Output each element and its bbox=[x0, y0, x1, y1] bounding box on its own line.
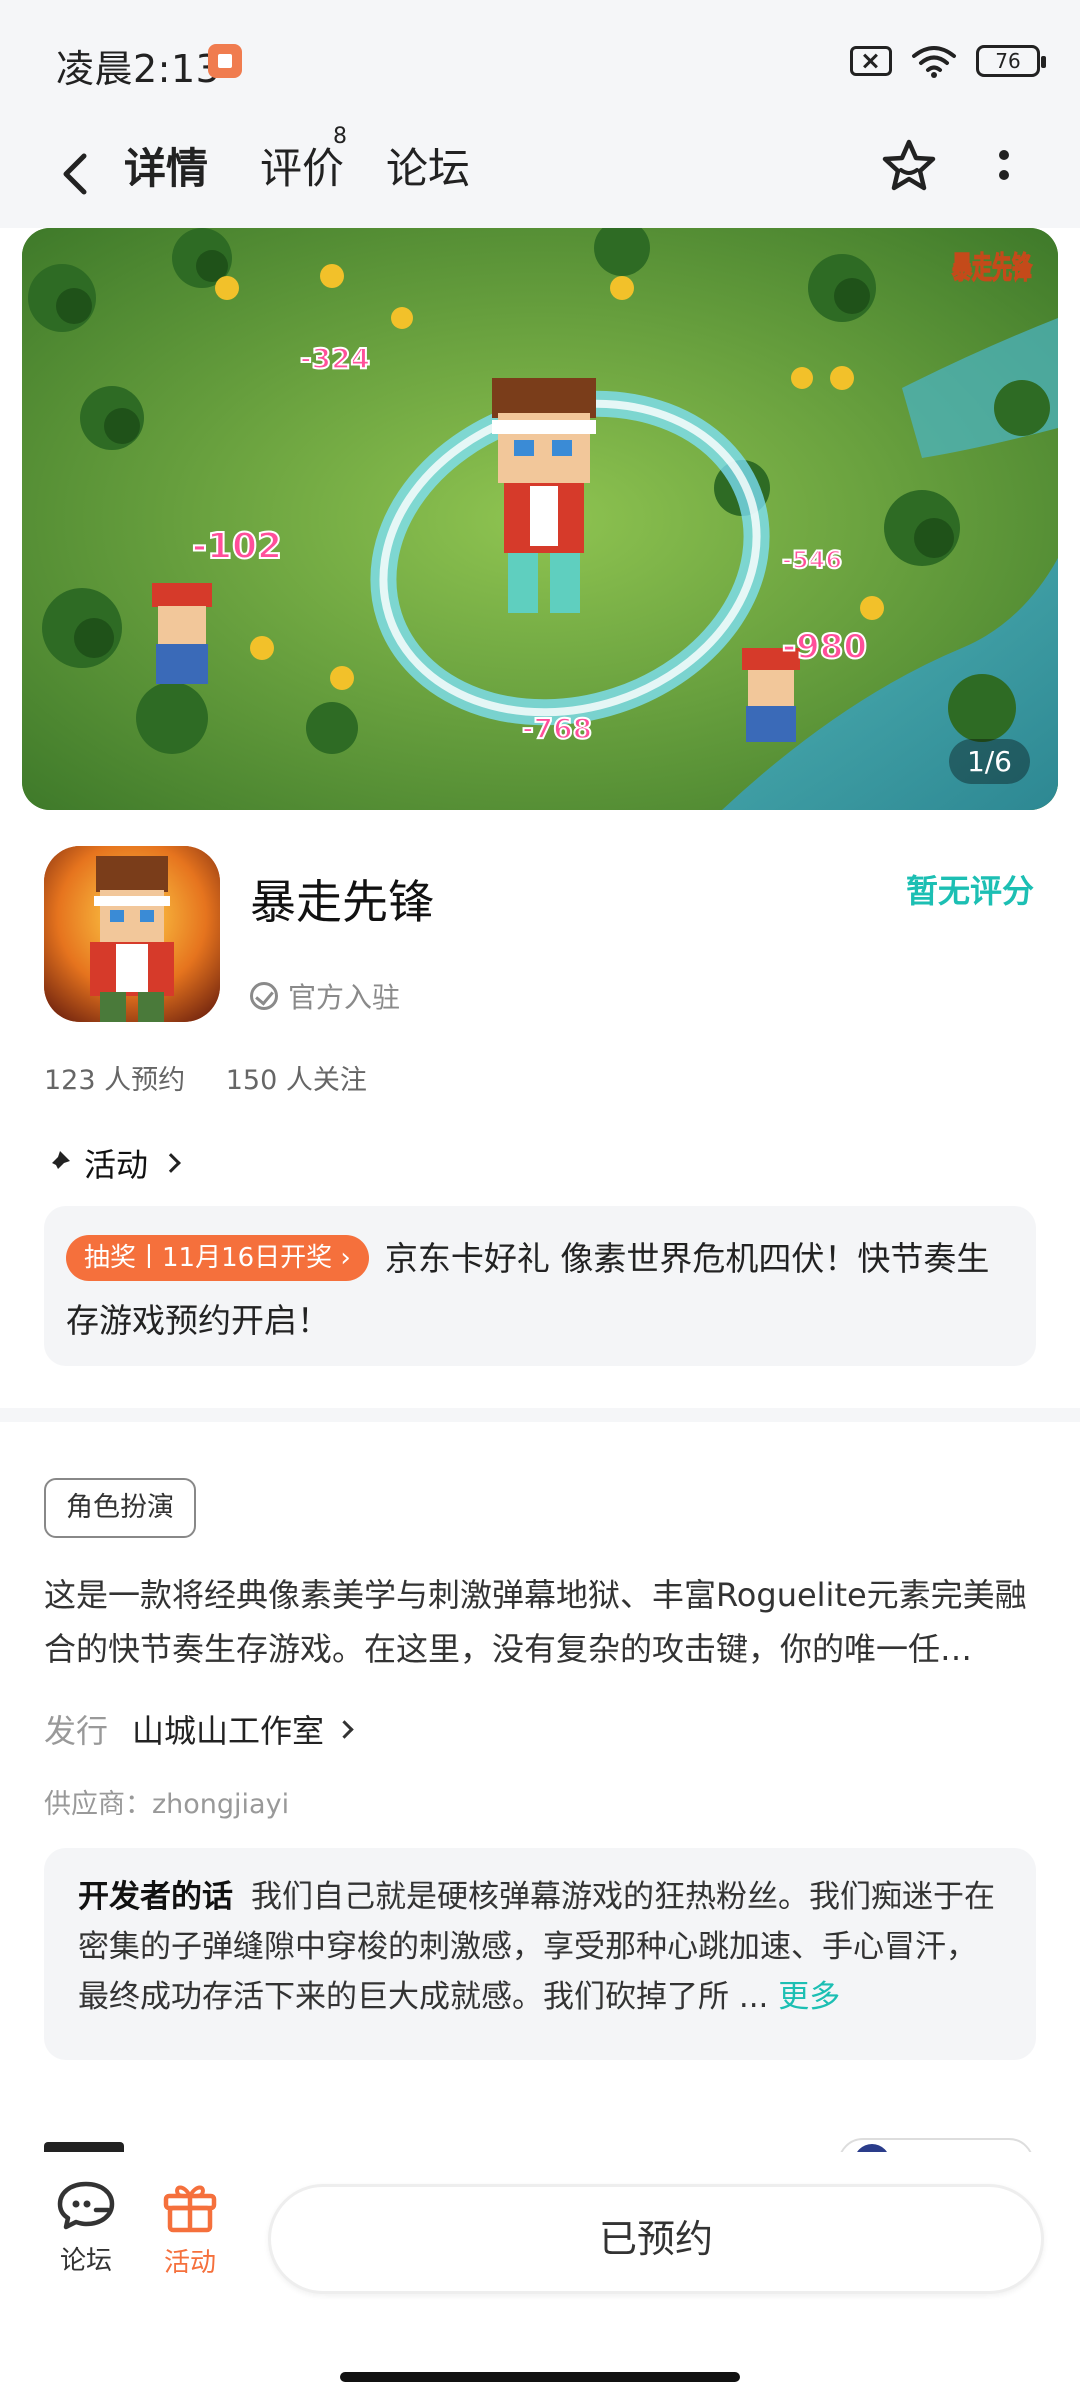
tab-forum-label: 论坛 bbox=[386, 144, 471, 193]
forum-label: 论坛 bbox=[59, 2246, 112, 2276]
publisher-row[interactable]: 发行 山城山工作室 bbox=[44, 1706, 354, 1752]
activity-card[interactable]: 抽奖丨11月16日开奖 › 京东卡好礼 像素世界危机四伏！快节奏生存游戏预约开启！ bbox=[44, 1206, 1036, 1366]
check-circle-icon bbox=[250, 982, 278, 1010]
activity-heading: 活动 bbox=[84, 1146, 149, 1184]
developer-note-card[interactable]: 开发者的话 我们自己就是硬核弹幕游戏的狂热粉丝。我们痴迷于在密集的子弹缝隙中穿梭的… bbox=[44, 1848, 1036, 2060]
supplier-info: 供应商：zhongjiayi bbox=[44, 1789, 290, 1820]
banner-logo: 暴走先锋 bbox=[952, 251, 1033, 286]
chevron-right-icon bbox=[335, 1719, 354, 1739]
screen-record-icon bbox=[208, 44, 242, 78]
publisher-label: 发行 bbox=[44, 1712, 109, 1750]
damage-number: -980 bbox=[782, 627, 867, 667]
damage-number: -546 bbox=[782, 546, 842, 574]
lottery-tag[interactable]: 抽奖丨11月16日开奖 › bbox=[66, 1235, 369, 1281]
status-time: 凌晨2:13 bbox=[56, 47, 221, 91]
official-label: 官方入驻 bbox=[288, 981, 401, 1014]
top-nav: 详情 评价 8 论坛 bbox=[0, 120, 1080, 228]
star-icon[interactable] bbox=[876, 134, 942, 200]
forum-button[interactable]: 论坛 bbox=[36, 2180, 136, 2277]
chat-bubble-icon bbox=[57, 2181, 115, 2230]
chevron-right-icon bbox=[161, 1153, 181, 1173]
follower-count: 150 人关注 bbox=[225, 1065, 367, 1096]
bottom-action-bar: 论坛 活动 已预约 bbox=[0, 2156, 1080, 2400]
activity-section-header[interactable]: 活动 bbox=[44, 1140, 181, 1186]
tab-detail[interactable]: 详情 bbox=[122, 134, 211, 204]
lottery-tag-label: 抽奖丨11月16日开奖 bbox=[84, 1243, 333, 1273]
review-count-badge: 8 bbox=[333, 124, 347, 149]
carousel-counter: 1/6 bbox=[948, 739, 1030, 784]
gift-icon bbox=[163, 2185, 217, 2233]
tab-review-label: 评价 bbox=[260, 144, 345, 193]
genre-tag[interactable]: 角色扮演 bbox=[44, 1478, 196, 1538]
game-description[interactable]: 这是一款将经典像素美学与刺激弹幕地狱、丰富Roguelite元素完美融合的快节奏… bbox=[44, 1568, 1036, 1676]
status-icons: 76 bbox=[850, 44, 1046, 78]
section-divider bbox=[0, 1408, 1080, 1422]
next-section-peek bbox=[0, 2130, 1080, 2152]
pin-icon bbox=[47, 1151, 70, 1174]
damage-number: -768 bbox=[522, 712, 592, 745]
no-sim-icon bbox=[850, 46, 892, 76]
reserved-button[interactable]: 已预约 bbox=[268, 2184, 1044, 2294]
damage-number: -324 bbox=[300, 342, 370, 375]
damage-number: -102 bbox=[192, 526, 282, 567]
official-badge: 官方入驻 bbox=[250, 976, 400, 1016]
activity-label: 活动 bbox=[163, 2248, 216, 2278]
rating-label[interactable]: 暂无评分 bbox=[906, 866, 1034, 912]
activity-button[interactable]: 活动 bbox=[140, 2180, 240, 2279]
battery-icon: 76 bbox=[976, 45, 1046, 77]
status-bar: 凌晨2:13 76 bbox=[0, 0, 1080, 120]
back-arrow-icon[interactable] bbox=[46, 138, 106, 208]
game-title: 暴走先锋 bbox=[250, 875, 434, 929]
screenshot-carousel[interactable]: -324 -102 -546 -980 -768 暴走先锋 1/6 bbox=[22, 228, 1058, 810]
game-stats: 123 人预约 150 人关注 bbox=[44, 1058, 399, 1097]
more-vertical-icon[interactable] bbox=[984, 140, 1024, 200]
reservation-count: 123 人预约 bbox=[44, 1065, 186, 1096]
more-link[interactable]: 更多 bbox=[778, 1979, 840, 2015]
tab-forum[interactable]: 论坛 bbox=[386, 134, 470, 204]
developer-note-label: 开发者的话 bbox=[78, 1879, 233, 1915]
game-app-icon bbox=[44, 846, 220, 1022]
publisher-name: 山城山工作室 bbox=[132, 1712, 325, 1750]
wifi-icon bbox=[912, 46, 956, 78]
tab-detail-label: 详情 bbox=[124, 144, 209, 193]
game-screenshot: -324 -102 -546 -980 -768 暴走先锋 bbox=[22, 228, 1058, 810]
tab-review[interactable]: 评价 bbox=[260, 134, 344, 204]
home-indicator[interactable] bbox=[340, 2372, 740, 2382]
